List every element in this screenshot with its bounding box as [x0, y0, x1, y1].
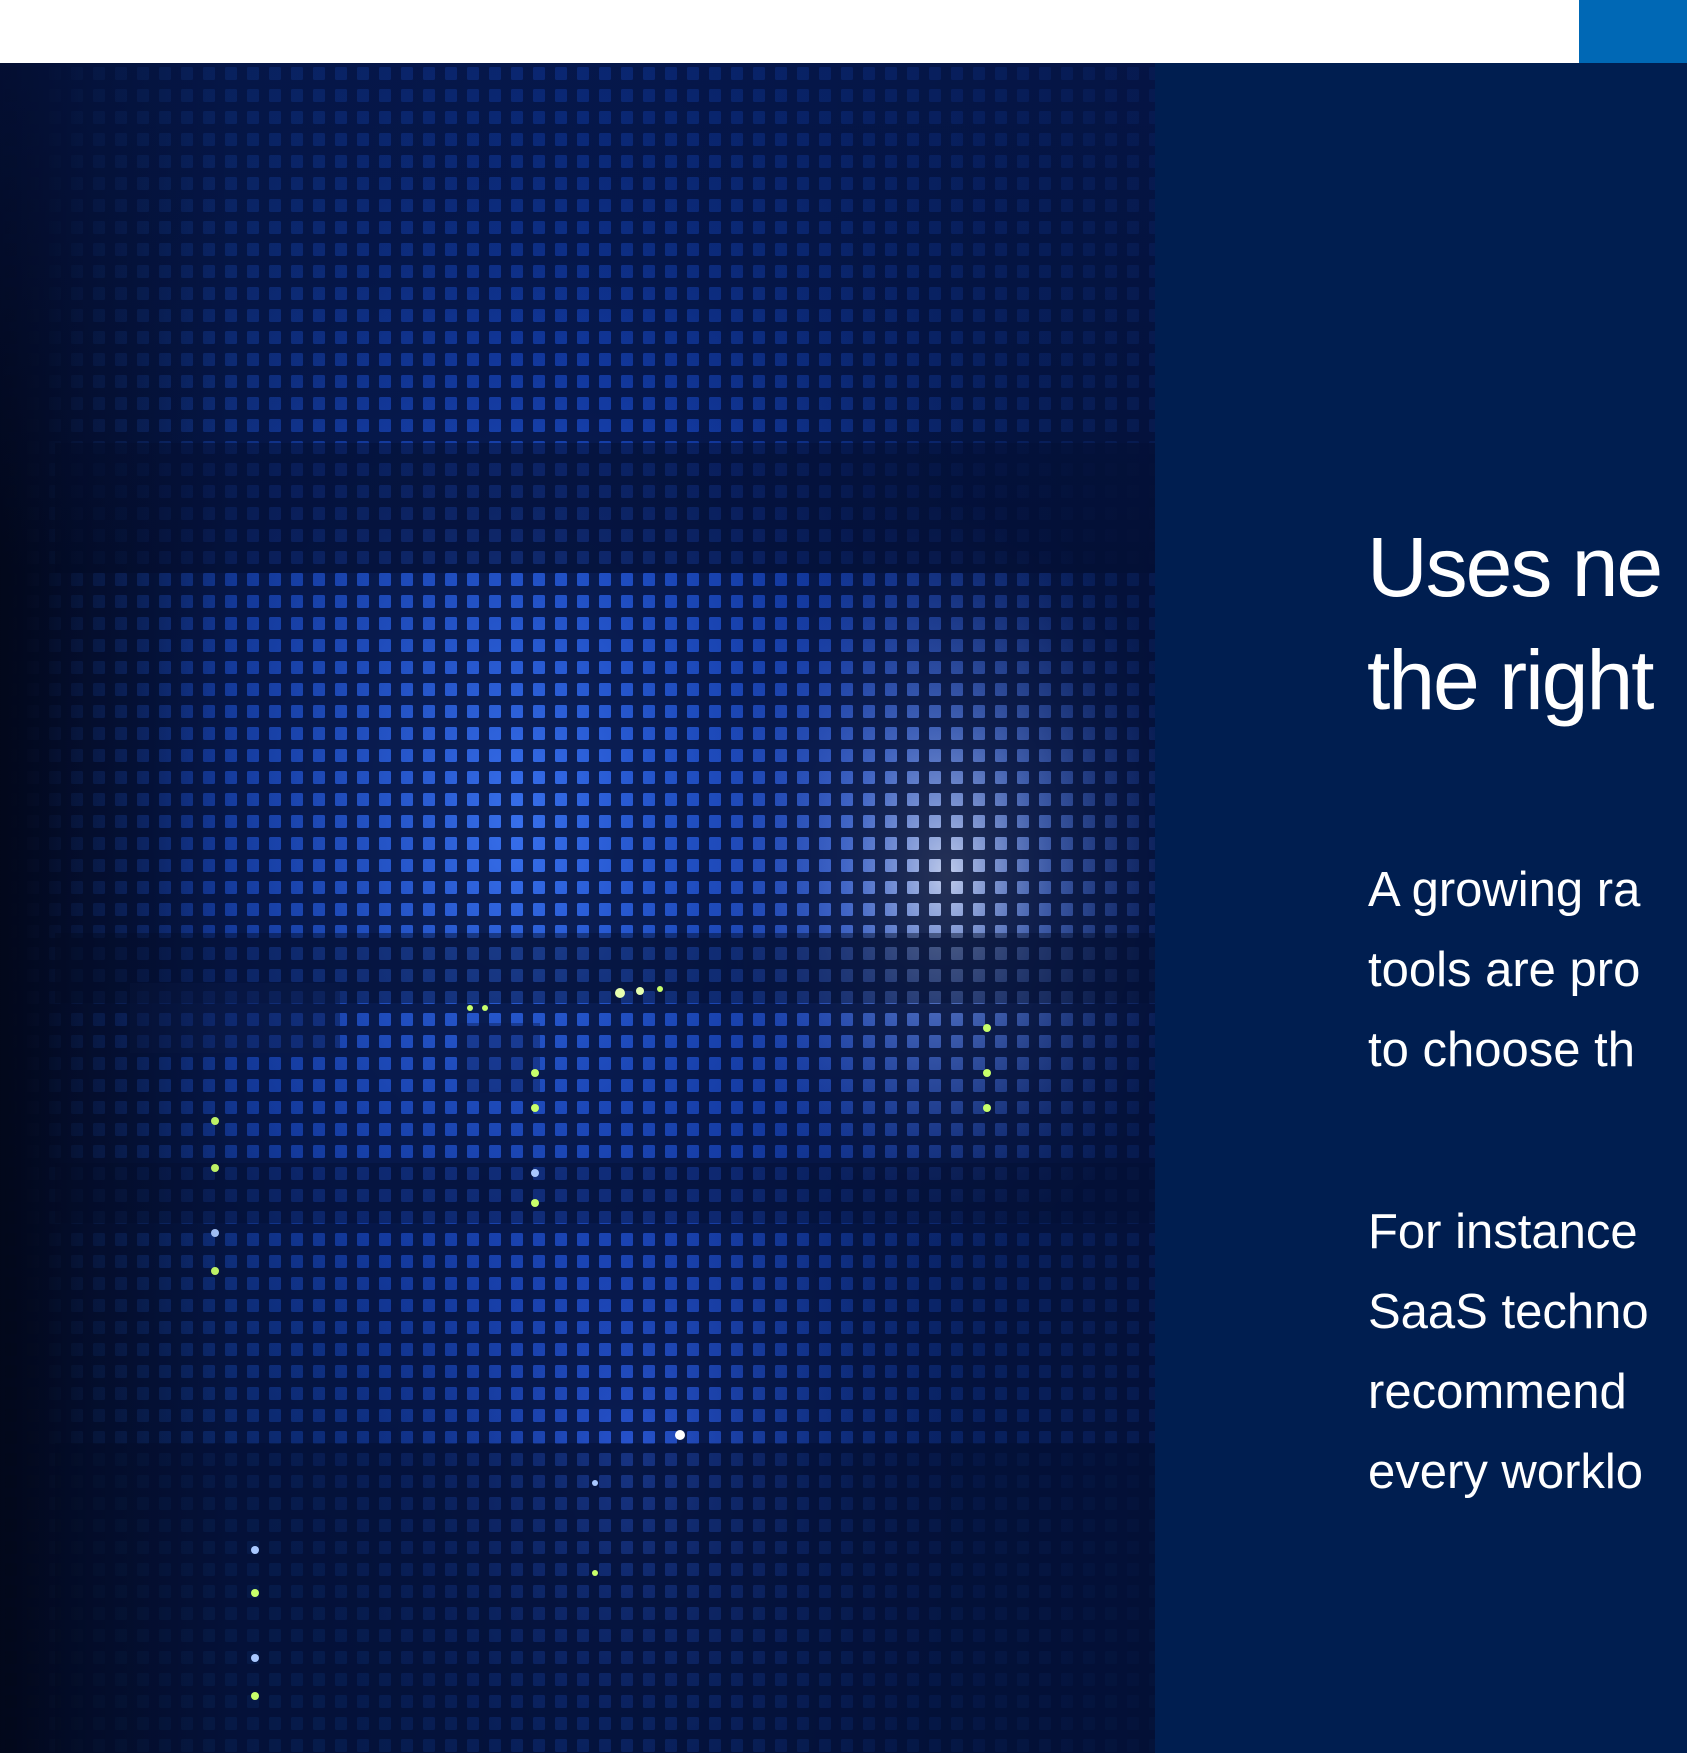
- paragraph-2: For instance SaaS techno recommend every…: [1368, 1192, 1649, 1512]
- top-bar: [0, 0, 1687, 63]
- paragraph-2-line-2: SaaS techno: [1368, 1285, 1649, 1339]
- section-heading: Uses ne the right: [1367, 511, 1663, 737]
- paragraph-2-line-1: For instance: [1368, 1205, 1638, 1259]
- heading-line-2: the right: [1367, 633, 1655, 727]
- server-rack-illustration: [0, 63, 1155, 1753]
- top-accent-bar: [1579, 0, 1687, 63]
- paragraph-1-line-2: tools are pro: [1368, 943, 1641, 997]
- server-rack-photo: [0, 63, 1155, 1753]
- paragraph-1-line-3: to choose th: [1368, 1023, 1635, 1077]
- paragraph-2-line-4: every worklo: [1368, 1445, 1644, 1499]
- paragraph-1-line-1: A growing ra: [1368, 863, 1641, 917]
- paragraph-1: A growing ra tools are pro to choose th: [1368, 850, 1640, 1090]
- paragraph-2-line-3: recommend: [1368, 1365, 1627, 1419]
- text-panel: Uses ne the right A growing ra tools are…: [1155, 63, 1687, 1753]
- heading-line-1: Uses ne: [1367, 520, 1663, 614]
